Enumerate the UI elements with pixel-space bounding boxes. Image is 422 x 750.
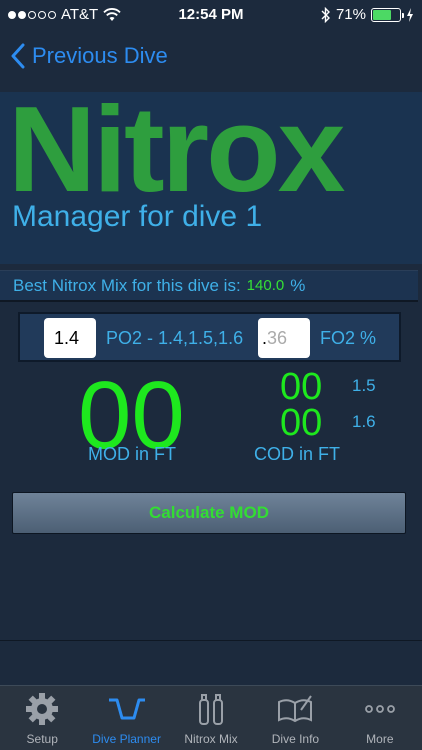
best-mix-unit: %	[290, 275, 306, 295]
tab-dive-info[interactable]: Dive Info	[253, 686, 337, 750]
input-panel: 1.4 PO2 - 1.4,1.5,1.6 . 36 FO2 %	[18, 312, 401, 362]
tab-setup-label: Setup	[26, 732, 58, 746]
tab-dive-info-label: Dive Info	[271, 732, 320, 746]
status-bar: AT&T 12:54 PM 71%	[0, 0, 422, 30]
battery-icon	[371, 7, 404, 22]
calculate-mod-button[interactable]: Calculate MOD	[12, 492, 406, 534]
fo2-input-placeholder: 36	[267, 327, 288, 348]
page-title: Nitrox	[8, 81, 345, 217]
cod-1-5-label: 1.5	[352, 376, 376, 395]
best-mix-label: Best Nitrox Mix for this dive is:	[13, 275, 241, 295]
tab-bar: Setup Dive Planner Nitrox Mix Dive Info	[0, 685, 422, 750]
fo2-input[interactable]: . 36	[258, 318, 310, 358]
dive-profile-icon	[108, 698, 145, 720]
back-button[interactable]: Previous Dive	[10, 40, 168, 72]
logbook-icon	[278, 695, 313, 723]
tab-nitrox-mix-label: Nitrox Mix	[184, 732, 238, 746]
best-mix-banner: Best Nitrox Mix for this dive is: 140.0 …	[0, 270, 418, 302]
battery-fill	[373, 9, 392, 20]
tab-dive-planner-label: Dive Planner	[92, 732, 161, 746]
po2-input-value: 1.4	[54, 327, 80, 348]
best-mix-value: 140.0	[246, 277, 285, 294]
back-button-label: Previous Dive	[32, 43, 168, 68]
cod-1-6-label: 1.6	[352, 412, 376, 431]
tanks-icon	[199, 694, 224, 725]
po2-input[interactable]: 1.4	[44, 318, 96, 358]
status-right: 71%	[321, 6, 414, 23]
cod-1-5-value: 00	[280, 366, 323, 408]
tab-more-label: More	[366, 732, 394, 746]
fo2-label: FO2 %	[320, 328, 377, 348]
page-subtitle: Manager for dive 1	[12, 200, 263, 233]
mod-label: MOD in FT	[88, 444, 176, 464]
divider	[0, 640, 422, 641]
tab-dive-planner[interactable]: Dive Planner	[84, 686, 168, 750]
cod-1-6-value: 00	[280, 402, 323, 444]
po2-label: PO2 - 1.4,1.5,1.6	[106, 328, 244, 348]
cod-label: COD in FT	[254, 444, 341, 464]
tab-setup[interactable]: Setup	[0, 686, 84, 750]
tab-more[interactable]: More	[338, 686, 422, 750]
gear-icon	[26, 693, 59, 725]
tab-nitrox-mix[interactable]: Nitrox Mix	[169, 686, 253, 750]
more-icon	[364, 705, 395, 713]
bluetooth-icon	[321, 6, 330, 23]
charging-icon	[407, 7, 413, 22]
battery-percent: 71%	[335, 6, 366, 23]
chevron-left-icon	[11, 43, 25, 69]
